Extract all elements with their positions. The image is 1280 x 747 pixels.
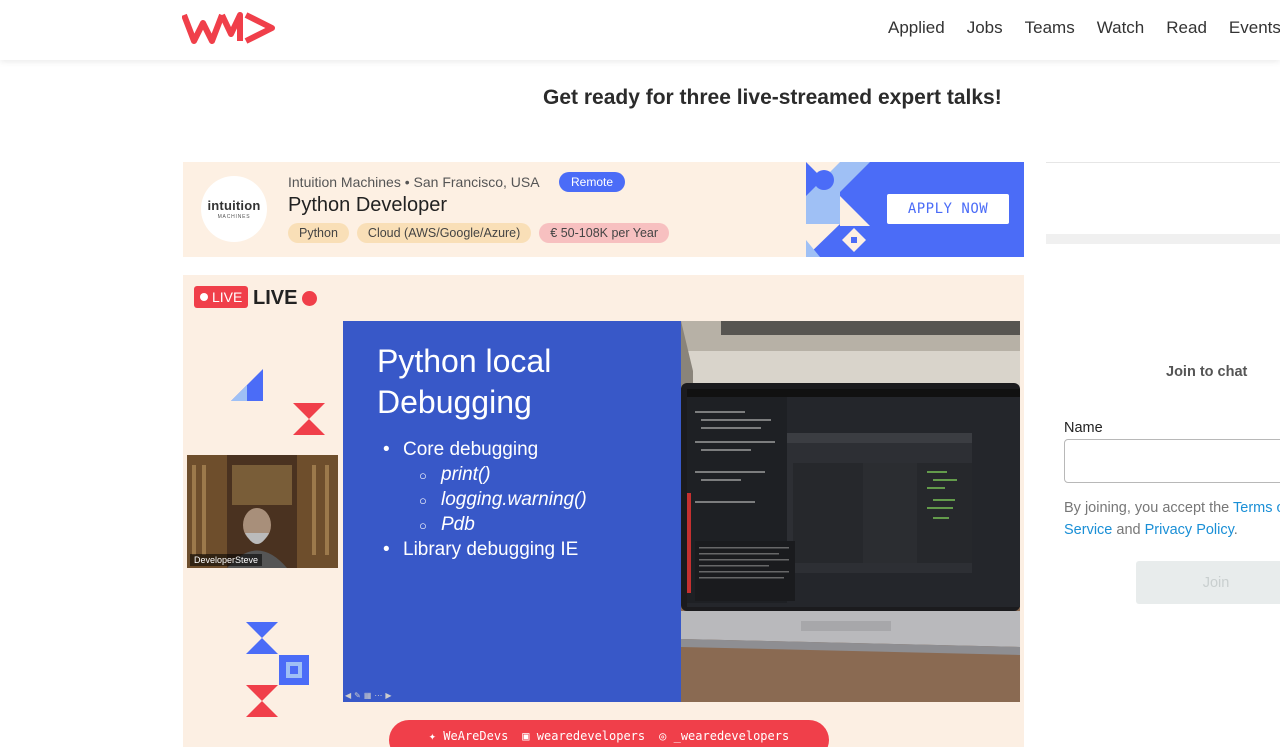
instagram-icon: ◎ [659,729,667,743]
speaker-name-label: DeveloperSteve [190,554,263,566]
slide-title: Python local Debugging [377,341,551,423]
nav-jobs[interactable]: Jobs [967,18,1003,38]
laptop-photo [681,321,1020,702]
nav-read[interactable]: Read [1166,18,1207,38]
facebook-icon: ▣ [522,729,530,743]
slide-bullet: • Library debugging IE [383,539,579,560]
join-button[interactable]: Join [1136,561,1280,604]
name-input[interactable] [1064,439,1280,483]
live-dot-icon [200,293,208,301]
company-logo: intuition MACHINES [201,176,267,242]
social-handles-bar: ✦ WeAreDevs ▣ wearedevelopers ◎ _wearede… [389,720,829,747]
apply-now-button[interactable]: APPLY NOW [887,194,1009,224]
live-label-text: LIVE [253,287,298,309]
slide-sub-bullet: ○ logging.warning() [419,489,587,510]
more-icon[interactable]: ⋯ [374,691,382,700]
speaker-webcam: DeveloperSteve [187,455,338,568]
tag-python: Python [288,223,349,243]
instagram-handle: ◎ _wearedevelopers [659,729,790,743]
grid-icon[interactable]: ▦ [364,691,372,700]
job-tags: Python Cloud (AWS/Google/Azure) € 50-108… [288,223,670,243]
slide-controls[interactable]: ◀ ✎ ▦ ⋯ ▶ [345,691,392,700]
live-stream-player[interactable]: LIVE LIVE DeveloperSteve Python local De… [183,275,1024,747]
nav-teams[interactable]: Teams [1025,18,1075,38]
twitter-handle: ✦ WeAreDevs [428,729,509,743]
facebook-handle: ▣ wearedevelopers [522,729,646,743]
record-dot-icon [302,291,318,306]
job-ad-banner[interactable]: intuition MACHINES Intuition Machines • … [183,162,1024,257]
slide-bullets: • Core debugging ○ print() ○ logging.warnin… [383,439,587,564]
name-label: Name [1064,420,1103,436]
next-slide-icon[interactable]: ▶ [385,691,391,700]
nav-events[interactable]: Events [1229,18,1280,38]
wearedevelopers-logo[interactable] [181,12,276,49]
company-logo-text: intuition [207,198,261,213]
slide-sub-bullet: ○ print() [419,464,491,485]
terms-notice: By joining, you accept the Terms of Serv… [1064,497,1280,541]
remote-badge: Remote [559,172,626,192]
nav-applied[interactable]: Applied [888,18,945,38]
job-title[interactable]: Python Developer [288,194,447,217]
page-headline: Get ready for three live-streamed expert… [543,86,1002,109]
pen-icon[interactable]: ✎ [354,691,361,700]
chat-panel-band [1046,234,1280,244]
twitter-icon: ✦ [428,729,437,743]
prev-slide-icon[interactable]: ◀ [345,691,351,700]
presentation-slide: Python local Debugging • Core debugging ○… [343,321,681,702]
live-badge-text: LIVE [212,289,243,305]
slide-title-line2: Debugging [377,384,532,420]
live-status-badge: LIVE [194,286,249,308]
top-bar: Applied Jobs Teams Watch Read Events [0,0,1280,60]
nav-watch[interactable]: Watch [1097,18,1145,38]
privacy-policy-link[interactable]: Privacy Policy [1145,522,1234,538]
join-chat-title: Join to chat [1166,364,1248,380]
live-label: LIVE [253,287,318,310]
chat-panel-divider [1046,162,1280,163]
tag-cloud: Cloud (AWS/Google/Azure) [356,223,532,243]
main-nav: Applied Jobs Teams Watch Read Events [888,18,1280,38]
tag-salary: € 50-108K per Year [539,223,670,243]
slide-bullet: • Core debugging [383,439,539,460]
slide-title-line1: Python local [377,343,552,379]
slide-sub-bullet: ○ Pdb [419,514,475,535]
company-logo-subtext: MACHINES [217,214,251,220]
job-company-location: Intuition Machines • San Francisco, USA [288,174,540,190]
